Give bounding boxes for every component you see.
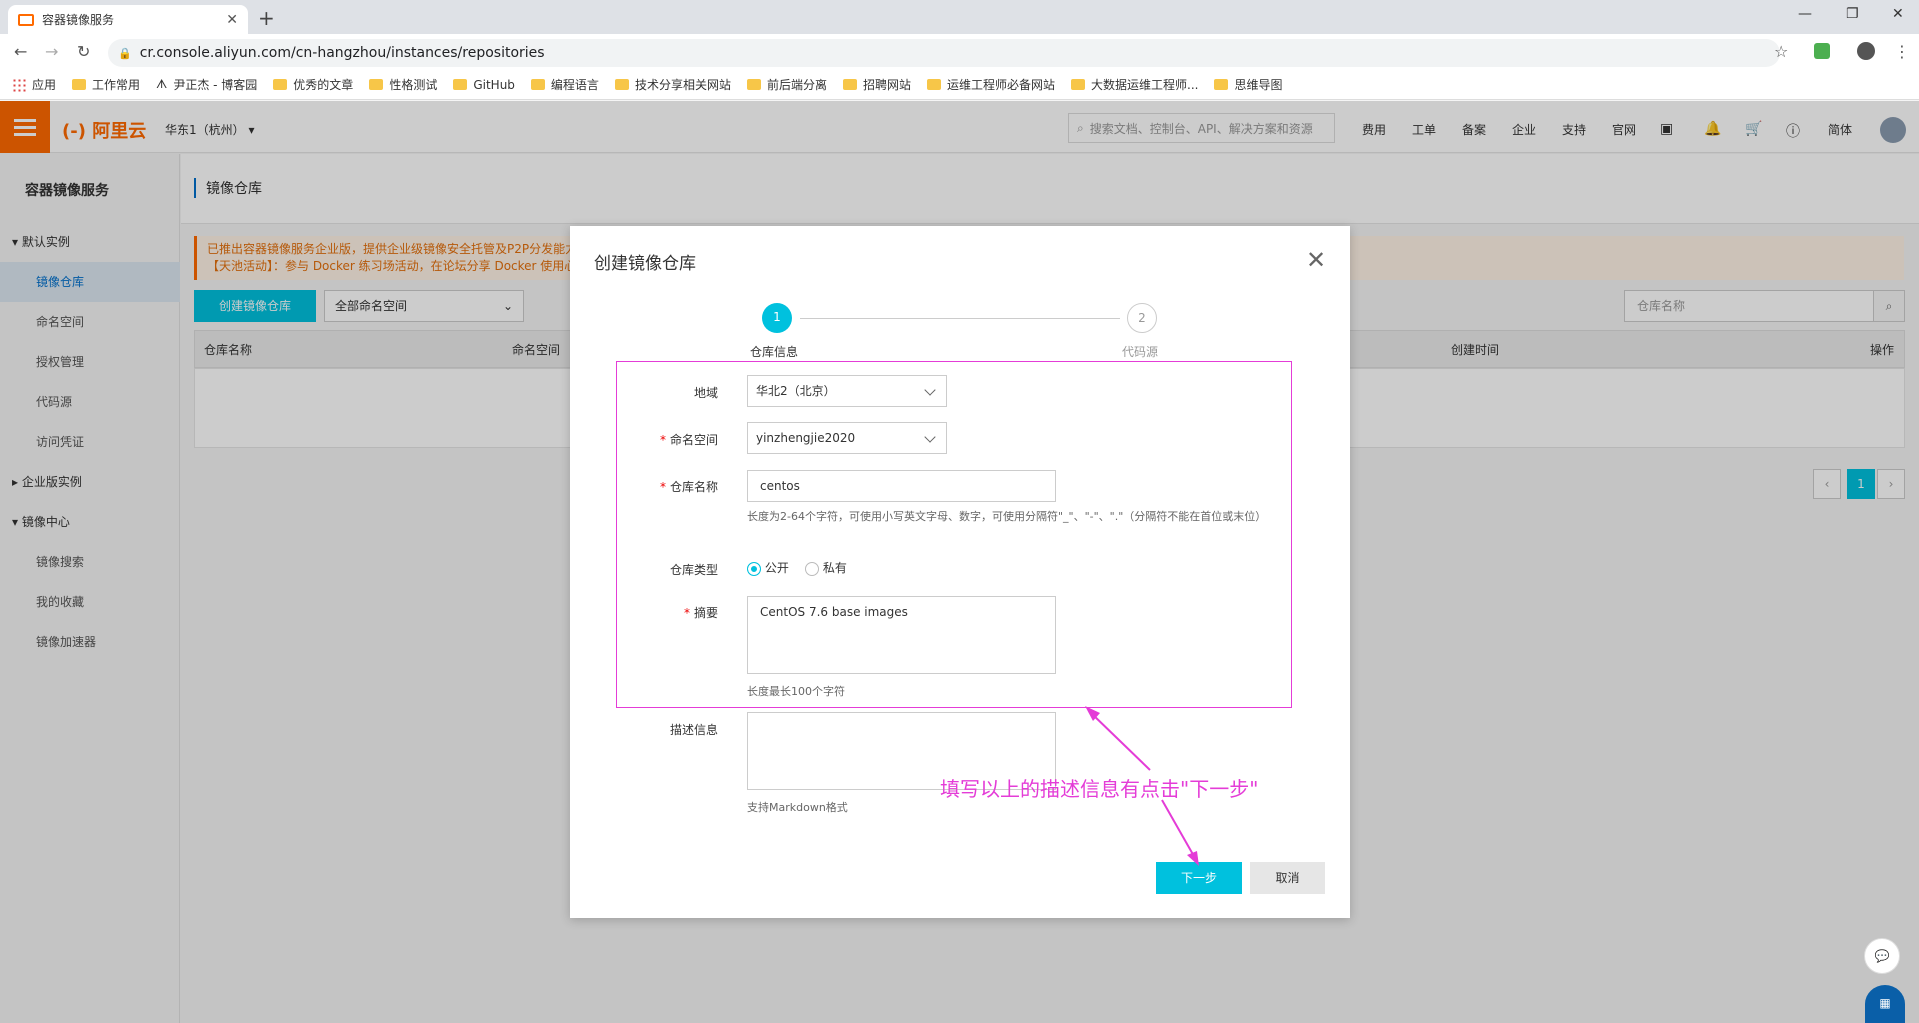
annotation-arrows bbox=[1085, 706, 1199, 866]
arrow-up bbox=[1089, 711, 1151, 771]
arrow-down-head bbox=[1187, 851, 1199, 866]
chat-icon[interactable]: 💬 bbox=[1864, 938, 1900, 974]
apps-float-icon[interactable]: ▦ bbox=[1865, 985, 1905, 1023]
arrow-down bbox=[1161, 799, 1196, 859]
annotation-text: 填写以上的描述信息有点击"下一步" bbox=[940, 777, 1259, 801]
